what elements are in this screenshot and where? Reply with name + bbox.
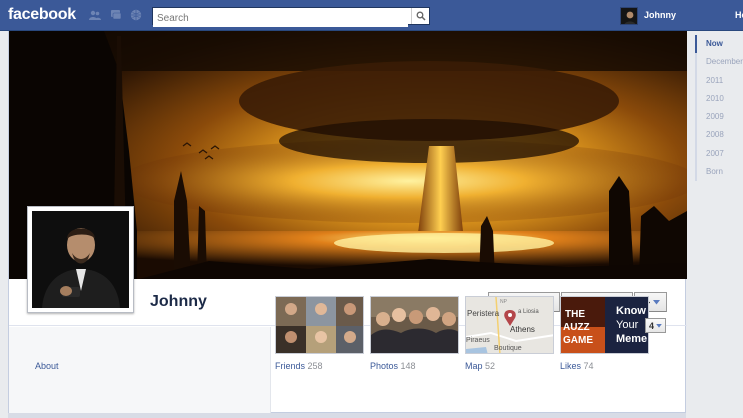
svg-text:AUZZ: AUZZ: [563, 322, 590, 333]
friends-link[interactable]: Friends 258: [275, 361, 323, 371]
likes-count: 74: [583, 361, 594, 371]
profile-name[interactable]: Johnny: [150, 293, 207, 311]
map-link[interactable]: Map 52: [465, 361, 495, 371]
map-label-np: NP: [500, 299, 508, 305]
map-count: 52: [485, 361, 496, 371]
map-label-peristera: Peristera: [467, 309, 500, 318]
facebook-logo[interactable]: facebook: [8, 6, 76, 24]
photos-tile[interactable]: [370, 296, 459, 354]
friends-label: Friends: [275, 361, 306, 371]
friends-tile[interactable]: [275, 296, 364, 354]
search-box: [152, 7, 430, 27]
more-apps-button[interactable]: 4: [645, 318, 666, 333]
likes-link[interactable]: Likes 74: [560, 361, 594, 371]
scrubber-item-december[interactable]: December: [695, 53, 743, 72]
scrubber-item-now[interactable]: Now: [695, 35, 743, 54]
map-label-piraeus: Piraeus: [466, 337, 490, 344]
map-label-athens: Athens: [510, 325, 535, 334]
notifications-icon[interactable]: [130, 9, 142, 21]
scrubber-item-2010[interactable]: 2010: [695, 89, 743, 109]
next-section-strip: [8, 413, 686, 418]
photos-count: 148: [400, 361, 416, 371]
map-label-liosia: a Liosia: [518, 309, 539, 315]
photos-link[interactable]: Photos 148: [370, 361, 416, 371]
scrubber-item-2009[interactable]: 2009: [695, 108, 743, 127]
likes-label: Likes: [560, 361, 582, 371]
svg-text:Know: Know: [616, 305, 646, 317]
scrubber-item-2008[interactable]: 2008: [695, 126, 743, 145]
chevron-down-icon: [656, 323, 662, 328]
timeline-scrubber: Now December 2011 2010 2009 2008 2007 Bo…: [695, 35, 743, 182]
map-label: Map: [465, 361, 483, 371]
svg-text:Your: Your: [616, 319, 639, 331]
search-input[interactable]: [153, 10, 408, 27]
profile-picture[interactable]: [27, 206, 134, 313]
svg-text:THE: THE: [565, 309, 585, 320]
photos-label: Photos: [370, 361, 399, 371]
timeline-main-column: Johnny Update info Activity log: [8, 31, 687, 413]
home-link[interactable]: Ho: [735, 10, 743, 20]
map-label-boutique: Boutique: [494, 345, 522, 352]
svg-text:Meme: Meme: [616, 333, 647, 345]
scrubber-item-2011[interactable]: 2011: [695, 71, 743, 90]
likes-tile[interactable]: THE AUZZ GAME Know Your Meme: [560, 296, 649, 354]
scrubber-item-2007[interactable]: 2007: [695, 144, 743, 164]
svg-text:GAME: GAME: [563, 335, 593, 346]
scrubber-item-born[interactable]: Born: [695, 163, 743, 182]
friends-count: 258: [307, 361, 323, 371]
chevron-down-icon: [653, 299, 660, 304]
search-button[interactable]: [411, 8, 429, 24]
user-name-link[interactable]: Johnny: [644, 10, 676, 20]
more-apps-count: 4: [648, 320, 654, 331]
map-tile[interactable]: NP Peristera a Liosia Athens Piraeus Bou…: [465, 296, 554, 354]
messages-icon[interactable]: [110, 9, 122, 21]
user-avatar[interactable]: [620, 7, 638, 25]
search-icon: [416, 11, 426, 21]
top-navigation-bar: facebook Johnny Ho: [0, 0, 743, 31]
friend-requests-icon[interactable]: [89, 9, 101, 21]
about-link[interactable]: About: [35, 361, 59, 371]
